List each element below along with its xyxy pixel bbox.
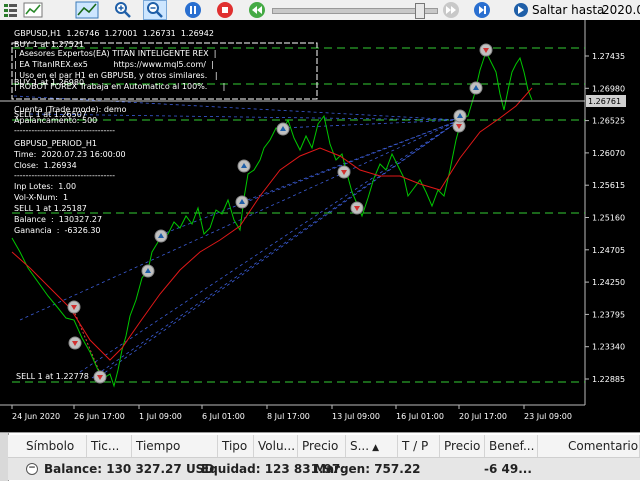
margin-value: Margen: 757.22 bbox=[314, 462, 421, 476]
leverage: Apalancamento: 500 bbox=[14, 116, 98, 125]
buy-arrow-icon bbox=[237, 159, 251, 173]
time-tick-label: 16 Jul 01:00 bbox=[396, 412, 444, 421]
price-tick-label: 1.24250 bbox=[592, 278, 625, 287]
vol-x-num: Vol-X-Num: 1 bbox=[14, 193, 69, 202]
buy-arrow-icon bbox=[453, 109, 467, 123]
price-chart[interactable]: 1.27435 1.26980 1.26525 1.26070 1.25615 1.251… bbox=[0, 20, 640, 432]
trade-connection-line bbox=[91, 119, 461, 379]
col-type[interactable]: Tipo bbox=[218, 435, 254, 457]
input-lots: Inp Lotes: 1.00 bbox=[14, 182, 77, 191]
price-tick-label: 1.22885 bbox=[592, 375, 625, 384]
price-tick-label: 1.23340 bbox=[592, 343, 625, 352]
col-volume[interactable]: Volu... bbox=[254, 435, 298, 457]
buy-arrow-icon bbox=[154, 229, 168, 243]
col-comment[interactable]: Comentario bbox=[538, 435, 640, 457]
speed-slider[interactable] bbox=[272, 3, 438, 19]
speed-slider-thumb[interactable] bbox=[415, 3, 425, 19]
profit-info: Ganancia : -6326.30 bbox=[14, 226, 101, 235]
trade-connection-line bbox=[159, 119, 461, 236]
price-tick-label: 1.24705 bbox=[592, 246, 625, 255]
time-tick-label: 20 Jul 17:00 bbox=[459, 412, 507, 421]
zoom-out-icon[interactable] bbox=[143, 0, 167, 20]
trade-label-sell-3: SELL 1 at 1.22778 bbox=[16, 372, 89, 381]
sell-arrow-icon bbox=[67, 300, 81, 314]
divider-2: ----------------------------------- bbox=[14, 171, 116, 180]
buy-arrow-icon bbox=[235, 195, 249, 209]
ea-box-line-1: | Asesores Expertos(EA) TITAN INTELIGENT… bbox=[14, 49, 217, 58]
col-symbol[interactable]: Símbolo bbox=[22, 435, 87, 457]
time-tick-label: 13 Jul 09:00 bbox=[332, 412, 380, 421]
balance-info: Balance : 130327.27 bbox=[14, 215, 103, 224]
time-tick-label: 8 Jul 17:00 bbox=[267, 412, 310, 421]
sell-arrow-icon bbox=[93, 370, 107, 384]
trade-connection-line bbox=[79, 119, 461, 373]
col-ticket[interactable]: Tic... bbox=[87, 435, 132, 457]
col-time[interactable]: Tiempo bbox=[132, 435, 218, 457]
time-tick-label: 24 Jun 2020 bbox=[12, 412, 60, 421]
balance-value: Balance: 130 327.27 USD bbox=[44, 462, 215, 476]
col-profit[interactable]: Benef... bbox=[485, 435, 538, 457]
rewind-icon[interactable] bbox=[247, 0, 267, 20]
line-chart-icon[interactable] bbox=[74, 0, 100, 20]
time-tick-label: 1 Jul 09:00 bbox=[139, 412, 182, 421]
col-stop-loss[interactable]: S... ▲ bbox=[346, 435, 398, 457]
sell-arrow-icon bbox=[337, 165, 351, 179]
col-stop-loss-label: S... bbox=[350, 439, 370, 453]
pause-icon[interactable] bbox=[183, 0, 203, 20]
trade-label-buy-2: BUY 1 at 1.26980 bbox=[14, 78, 85, 87]
price-tick-label: 1.26070 bbox=[592, 149, 625, 158]
period-name: GBPUSD_PERIOD_H1 bbox=[14, 139, 97, 148]
trade-label-sell-2: SELL 1 at 1.25187 bbox=[14, 204, 87, 213]
price-tick-label: 1.25160 bbox=[592, 214, 625, 223]
profit-value: -6 49... bbox=[484, 462, 532, 476]
skip-date-field[interactable]: 2020.0 bbox=[602, 0, 640, 20]
sell-arrow-icon bbox=[68, 336, 82, 350]
buy-arrow-icon bbox=[276, 122, 290, 136]
objects-list-icon[interactable] bbox=[2, 0, 20, 20]
divider-1: ----------------------------------- bbox=[14, 126, 116, 135]
skip-to-label[interactable]: Saltar hasta bbox=[532, 0, 604, 20]
price-tick-label: 1.25615 bbox=[592, 181, 625, 190]
stop-icon[interactable] bbox=[215, 0, 235, 20]
toolbar: Saltar hasta 2020.0 bbox=[0, 0, 640, 21]
toolbox-panel: Símbolo Tic... Tiempo Tipo Volu... Preci… bbox=[0, 432, 640, 481]
time-tick-label: 26 Jun 17:00 bbox=[74, 412, 125, 421]
trade-connection-line bbox=[281, 119, 461, 129]
fast-forward-icon[interactable] bbox=[441, 0, 461, 20]
time-tick-label: 6 Jul 01:00 bbox=[202, 412, 245, 421]
buy-arrow-icon bbox=[469, 81, 483, 95]
buy-arrow-icon bbox=[141, 264, 155, 278]
sort-arrow-icon: ▲ bbox=[372, 443, 379, 453]
period-close: Close: 1.26934 bbox=[14, 161, 77, 170]
skip-forward-icon[interactable] bbox=[472, 0, 492, 20]
go-to-date-icon[interactable] bbox=[511, 0, 531, 20]
period-time: Time: 2020.07.23 16:00:00 bbox=[14, 150, 126, 159]
collapse-icon[interactable]: − bbox=[26, 463, 38, 475]
zoom-in-icon[interactable] bbox=[113, 0, 133, 20]
symbol-info: GBPUSD,H1 1.26746 1.27001 1.26731 1.2694… bbox=[14, 29, 214, 38]
time-axis-labels: 24 Jun 2020 26 Jun 17:00 1 Jul 09:00 6 Jul … bbox=[11, 405, 572, 421]
sell-arrow-icon bbox=[479, 43, 493, 57]
balance-row[interactable]: − Balance: 130 327.27 USD Equidad: 123 8… bbox=[8, 458, 640, 480]
price-tick-label: 1.26525 bbox=[592, 117, 625, 126]
current-price-label: 1.26761 bbox=[588, 97, 621, 106]
col-current-price[interactable]: Precio bbox=[440, 435, 485, 457]
sell-arrow-icon bbox=[350, 201, 364, 215]
price-tick-label: 1.27435 bbox=[592, 52, 625, 61]
trade-table-header: Símbolo Tic... Tiempo Tipo Volu... Preci… bbox=[8, 435, 640, 458]
ea-box-line-2: | EA TitanIREX.ex5 https://www.mql5.com/… bbox=[14, 60, 214, 69]
col-take-profit[interactable]: T / P bbox=[398, 435, 440, 457]
col-price[interactable]: Precio bbox=[298, 435, 346, 457]
chart-area-icon[interactable] bbox=[22, 0, 44, 20]
price-tick-label: 1.26980 bbox=[592, 84, 625, 93]
time-tick-label: 23 Jul 09:00 bbox=[524, 412, 572, 421]
price-tick-label: 1.23795 bbox=[592, 310, 625, 319]
